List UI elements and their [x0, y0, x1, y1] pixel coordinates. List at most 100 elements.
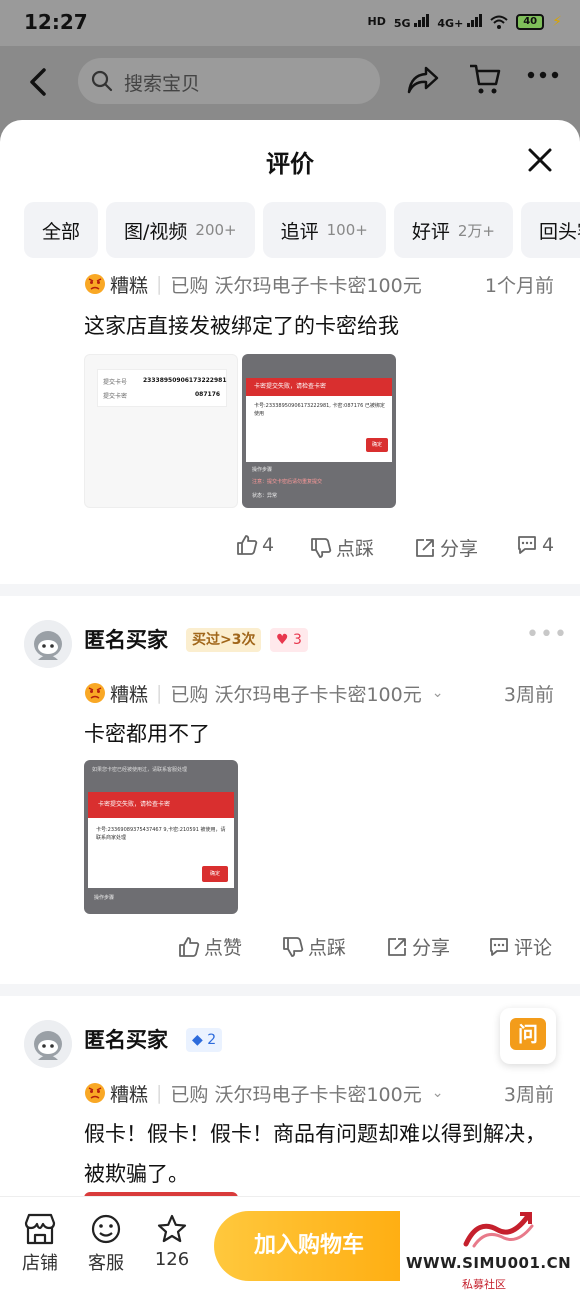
flavor-label: 糟糕 [110, 683, 149, 706]
photo-text: 确定 [202, 866, 228, 882]
filter-positive[interactable]: 好评 2万+ [393, 202, 513, 258]
status-time: 12:27 [24, 10, 88, 34]
review-purchase-info: 糟糕 | 已购 沃尔玛电子卡卡密100元 ⌄ [84, 680, 443, 706]
photo-text: 操作步骤 [252, 467, 273, 473]
photo-text: 卡号:23369089375437467 9,卡密:210591 被使用，请联系… [96, 827, 226, 841]
thumbs-up-icon [179, 936, 200, 957]
review-purchase-info: 糟糕 | 已购 沃尔玛电子卡卡密100元 ⌄ [84, 1080, 443, 1106]
photo-text: 卡号:23338950906173222981, 卡密:087176 已被绑定使… [254, 403, 385, 417]
comment-icon [490, 937, 508, 956]
comment-icon [518, 536, 536, 554]
customer-service-button[interactable]: 客服 [81, 1213, 131, 1275]
filter-photo-video[interactable]: 图/视频 200+ [106, 202, 255, 258]
charging-icon: ⚡ [552, 13, 562, 30]
level-badge: ◆ 2 [186, 1028, 223, 1052]
comment-button[interactable]: 4 [516, 534, 554, 556]
review-time: 3周前 [503, 684, 554, 706]
share-button[interactable]: 分享 [414, 534, 478, 561]
share-icon [416, 538, 434, 557]
photo-text: 状态：异常 [252, 493, 278, 499]
review-time: 1个月前 [484, 275, 554, 297]
photo-text: 提交卡号 [103, 379, 128, 386]
username: 匿名买家 [84, 1028, 168, 1052]
photo-text: 23338950906173222981 [143, 377, 227, 384]
shop-icon [24, 1213, 56, 1245]
review-card: 糟糕 | 已购 沃尔玛电子卡卡密100元 1个月前 这家店直接发被绑定了的卡密给… [0, 266, 580, 584]
photo-text: 操作步骤 [94, 895, 115, 901]
like-button[interactable]: 点赞 [178, 933, 242, 960]
angry-face-icon [85, 274, 105, 294]
photo-text: 注意：提交卡密后请勿重复提交 [252, 479, 323, 485]
shop-button[interactable]: 店铺 [15, 1213, 65, 1275]
heart-level-badge: ♥ 3 [270, 628, 308, 652]
filter-returning[interactable]: 回头客 [520, 202, 580, 258]
share-button[interactable]: 分享 [386, 933, 450, 960]
watermark: WWW.SIMU001.CN 私募社区 [400, 1206, 580, 1293]
photo-text: 卡密提交失败，请检查卡密 [88, 792, 234, 818]
review-text: 卡密都用不了 [84, 722, 210, 746]
close-icon[interactable] [524, 144, 556, 176]
chevron-down-icon[interactable]: ⌄ [432, 685, 444, 701]
back-arrow-icon[interactable] [24, 64, 54, 100]
review-actions: 点赞 点踩 分享 评论 [0, 933, 580, 963]
angry-face-icon [85, 1083, 105, 1103]
photo-text: 卡密提交失败，请检查卡密 [246, 378, 392, 396]
add-to-cart-button[interactable]: 加入购物车 [214, 1211, 404, 1281]
diamond-icon: ◆ [192, 1032, 203, 1048]
share-icon[interactable] [406, 64, 440, 96]
flavor-label: 糟糕 [110, 1083, 149, 1106]
purchase-label: 已购 沃尔玛电子卡卡密100元 [170, 683, 422, 706]
purchase-label: 已购 沃尔玛电子卡卡密100元 [170, 1083, 422, 1106]
search-input[interactable]: 搜索宝贝 [78, 58, 380, 104]
star-icon [157, 1214, 187, 1243]
divider [0, 584, 580, 596]
top-bar: 搜索宝贝 [0, 46, 580, 118]
thumbs-up-icon [237, 535, 258, 555]
username: 匿名买家 [84, 628, 168, 652]
filter-all[interactable]: 全部 [24, 202, 99, 258]
flavor-label: 糟糕 [110, 274, 149, 297]
review-filters: 全部 图/视频200+ 追评100+ 好评2万+ 回头客 [24, 202, 580, 258]
like-button[interactable]: 4 [236, 534, 274, 556]
avatar[interactable] [24, 1020, 72, 1068]
review-photo[interactable]: 提交卡号 23338950906173222981 提交卡密 087176 [84, 354, 238, 508]
signal-icon [414, 13, 430, 27]
angry-face-icon [85, 683, 105, 703]
hd-indicator: HD [367, 15, 386, 28]
divider [0, 984, 580, 996]
photo-text: 确定 [366, 438, 388, 452]
dislike-button[interactable]: 点踩 [310, 534, 374, 561]
repeat-buyer-badge: 买过>3次 [186, 628, 262, 652]
photo-text: 如果您卡密已经被使用过，请联系客服处理 [92, 767, 188, 773]
anonymous-avatar-icon [24, 620, 72, 668]
cart-icon[interactable] [468, 62, 502, 96]
thumbs-down-icon [283, 936, 304, 957]
ask-button[interactable]: 问 [500, 1008, 556, 1064]
purchase-label: 已购 沃尔玛电子卡卡密100元 [170, 274, 422, 297]
comment-button[interactable]: 评论 [488, 933, 552, 960]
avatar[interactable] [24, 620, 72, 668]
dislike-button[interactable]: 点踩 [282, 933, 346, 960]
review-photo[interactable]: 卡密提交失败，请检查卡密 卡号:23338950906173222981, 卡密… [242, 354, 396, 508]
wifi-icon [490, 15, 508, 29]
filter-followup[interactable]: 追评 100+ [262, 202, 386, 258]
more-icon[interactable]: ••• [526, 622, 568, 647]
review-purchase-info: 糟糕 | 已购 沃尔玛电子卡卡密100元 [84, 271, 422, 297]
battery-icon: 40 [516, 13, 545, 30]
service-face-icon [91, 1214, 121, 1244]
more-icon[interactable] [526, 68, 560, 82]
reviews-sheet: 评价 全部 图/视频200+ 追评100+ 好评2万+ 回头客 糟糕 | 已购 … [0, 120, 580, 1293]
review-photo[interactable]: 如果您卡密已经被使用过，请联系客服处理 卡密提交失败，请检查卡密 卡号:2336… [84, 760, 238, 914]
watermark-url: WWW.SIMU001.CN [406, 1254, 572, 1272]
sheet-title: 评价 [266, 150, 314, 178]
anonymous-avatar-icon [24, 1020, 72, 1068]
review-card: 匿名买家 买过>3次 ♥ 3 ••• 糟糕 | 已购 沃尔玛电子卡卡密100元 … [0, 596, 580, 986]
review-text: 这家店直接发被绑定了的卡密给我 [84, 314, 399, 338]
chevron-down-icon[interactable]: ⌄ [432, 1085, 444, 1101]
photo-text: 提交卡密 [103, 393, 128, 400]
favorite-button[interactable]: 126 [147, 1213, 197, 1270]
status-bar: 12:27 HD 5G 4G+ 40 ⚡ [0, 0, 580, 46]
review-text: 假卡！假卡！假卡！商品有问题却难以得到解决，被欺骗了。 [84, 1122, 546, 1186]
photo-text: 087176 [195, 391, 221, 398]
4g-indicator: 4G+ [437, 13, 483, 30]
